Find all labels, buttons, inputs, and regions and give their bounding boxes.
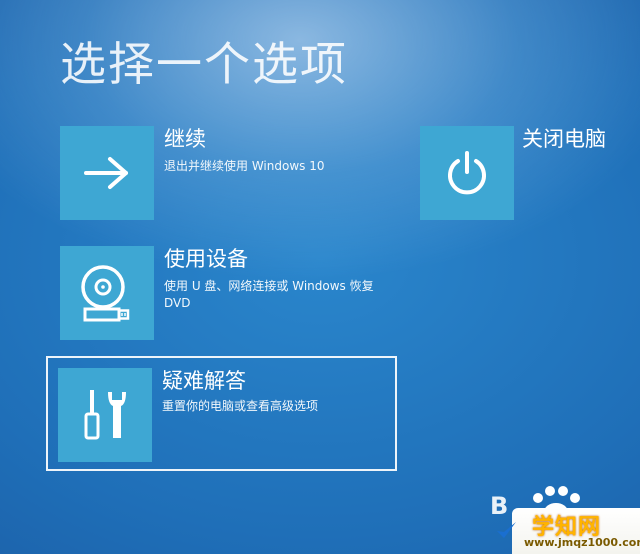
troubleshoot-description: 重置你的电脑或查看高级选项 (162, 399, 319, 413)
continue-title: 继续 (164, 127, 206, 151)
power-icon (448, 151, 486, 195)
shutdown-option[interactable]: 关闭电脑 (420, 126, 630, 222)
use-device-tile[interactable] (60, 246, 154, 340)
use-device-option[interactable]: 使用设备 使用 U 盘、网络连接或 Windows 恢复 DVD (60, 246, 380, 340)
check-logo-icon (497, 522, 516, 538)
watermark-url: www.jmqz1000.com (524, 536, 640, 549)
watermark-letter: B (490, 492, 509, 520)
shutdown-tile[interactable] (420, 126, 514, 220)
continue-option[interactable]: 继续 退出并继续使用 Windows 10 (60, 126, 360, 220)
shutdown-title: 关闭电脑 (522, 127, 606, 151)
tools-icon (84, 390, 126, 440)
troubleshoot-tile[interactable] (58, 368, 152, 462)
arrow-right-icon (84, 157, 128, 189)
use-device-title: 使用设备 (164, 247, 248, 271)
continue-tile[interactable] (60, 126, 154, 220)
page-title: 选择一个选项 (60, 37, 348, 91)
troubleshoot-title: 疑难解答 (162, 369, 246, 393)
continue-description: 退出并继续使用 Windows 10 (164, 159, 325, 173)
troubleshoot-option[interactable]: 疑难解答 重置你的电脑或查看高级选项 (46, 356, 397, 471)
use-device-description: 使用 U 盘、网络连接或 Windows 恢复 DVD (164, 279, 374, 310)
disc-drive-icon (81, 265, 130, 322)
